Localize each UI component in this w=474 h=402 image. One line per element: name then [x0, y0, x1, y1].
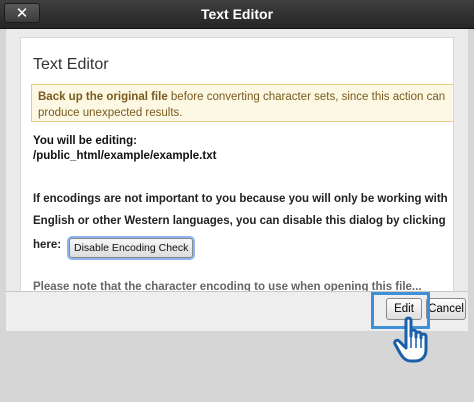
dialog-body: Text Editor Back up the original file be… [6, 29, 468, 291]
warning-bold-text: Back up the original file [38, 91, 168, 103]
encoding-notice: If encodings are not important to you be… [33, 193, 448, 227]
window-title: Text Editor [200, 6, 274, 22]
hand-pointer-icon [393, 316, 428, 363]
title-bar: ✕ Text Editor [0, 0, 474, 29]
backup-warning: Back up the original file before convert… [31, 84, 453, 122]
encoding-note-partial: Please note that the character encoding … [33, 281, 422, 291]
panel-title: Text Editor [33, 56, 109, 73]
content-panel: Text Editor Back up the original file be… [20, 37, 454, 291]
editing-label: You will be editing: [33, 135, 137, 147]
disable-encoding-check-button[interactable]: Disable Encoding Check [69, 238, 194, 258]
here-label: here: [33, 239, 62, 251]
file-path: /public_html/example/example.txt [33, 150, 217, 162]
